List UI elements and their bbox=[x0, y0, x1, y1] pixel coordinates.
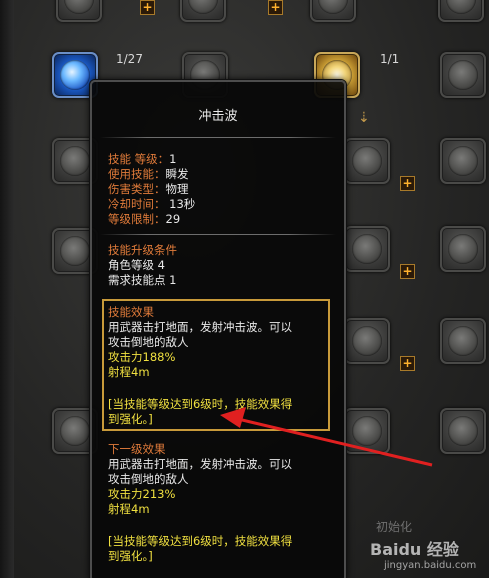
annotation-arrow-icon bbox=[220, 407, 433, 467]
skill-window: + + 1/27 1/1 ⇣ + + + 初始化 Baidu 经验 jingya… bbox=[0, 0, 489, 578]
